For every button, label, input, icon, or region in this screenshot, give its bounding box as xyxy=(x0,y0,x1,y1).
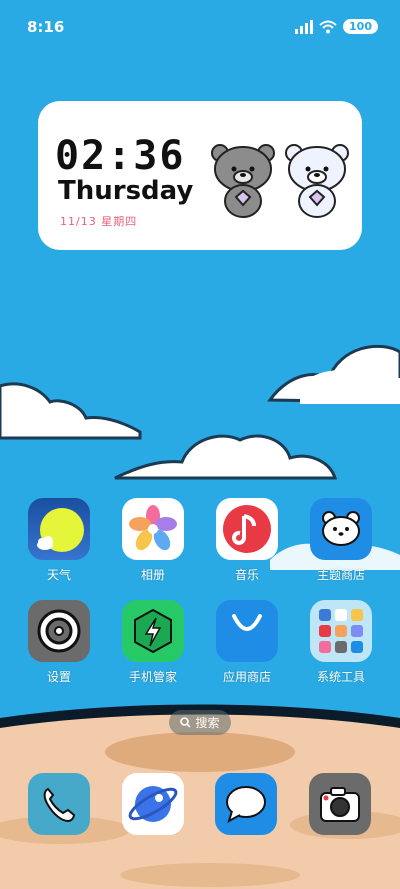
theme-store-icon xyxy=(310,498,372,560)
app-app-store[interactable]: 应用商店 xyxy=(207,600,287,685)
app-label: 相册 xyxy=(140,568,165,582)
messages-icon xyxy=(215,773,277,835)
search-button[interactable]: 搜索 xyxy=(169,710,231,735)
weather-icon xyxy=(28,498,90,560)
dock-browser[interactable] xyxy=(122,773,184,835)
camera-icon xyxy=(309,773,371,835)
app-weather[interactable]: 天气 xyxy=(19,498,99,583)
signal-icon xyxy=(295,19,314,34)
music-icon xyxy=(216,498,278,560)
system-tools-folder xyxy=(310,600,372,662)
app-label: 主题商店 xyxy=(316,568,365,582)
app-label: 应用商店 xyxy=(222,670,271,684)
settings-icon xyxy=(28,600,90,662)
battery-icon: 100 xyxy=(343,19,378,34)
search-icon xyxy=(180,717,192,728)
app-phone-manager[interactable]: 手机管家 xyxy=(113,600,193,685)
wifi-icon xyxy=(319,20,337,33)
app-label: 天气 xyxy=(46,568,71,582)
app-theme-store[interactable]: 主题商店 xyxy=(301,498,381,583)
folder-system-tools[interactable]: 系统工具 xyxy=(301,600,381,685)
status-icons: 100 xyxy=(295,19,378,34)
bears-illustration xyxy=(211,144,349,218)
widget-day: Thursday xyxy=(58,176,194,206)
app-settings[interactable]: 设置 xyxy=(19,600,99,685)
dock-phone[interactable] xyxy=(28,773,90,835)
search-label: 搜索 xyxy=(195,716,220,730)
app-label: 音乐 xyxy=(234,568,259,582)
dock-messages[interactable] xyxy=(215,773,277,835)
app-label: 系统工具 xyxy=(316,670,365,684)
dock-camera[interactable] xyxy=(309,773,371,835)
phone-icon xyxy=(28,773,90,835)
app-music[interactable]: 音乐 xyxy=(207,498,287,583)
clock-widget[interactable]: 02:36 Thursday 11/13 星期四 xyxy=(38,101,362,250)
widget-date: 11/13 星期四 xyxy=(60,215,138,228)
app-label: 手机管家 xyxy=(128,670,177,684)
app-label: 设置 xyxy=(46,670,71,684)
status-time: 8:16 xyxy=(27,18,65,36)
photos-icon xyxy=(122,498,184,560)
widget-time: 02:36 xyxy=(55,133,186,179)
app-photos[interactable]: 相册 xyxy=(113,498,193,583)
phone-manager-icon xyxy=(122,600,184,662)
browser-icon xyxy=(122,773,184,835)
app-store-icon xyxy=(216,600,278,662)
